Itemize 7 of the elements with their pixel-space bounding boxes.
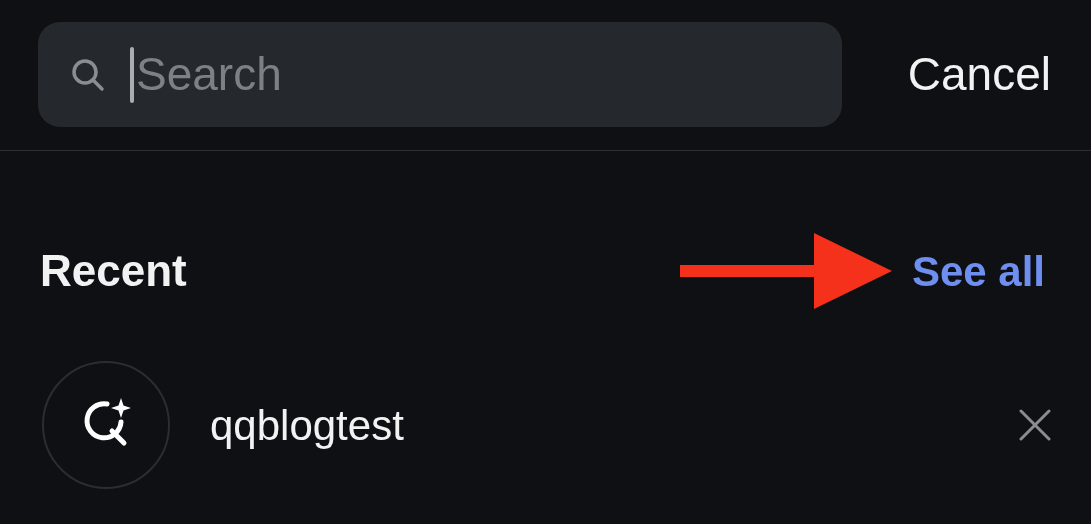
recent-search-text[interactable]: qqblogtest [210,393,1019,457]
close-icon[interactable] [1019,409,1051,441]
section-title: Recent [40,245,187,297]
cancel-button[interactable]: Cancel [907,22,1051,127]
see-all-link[interactable]: See all [911,239,1045,303]
search-input[interactable]: Search [136,40,776,109]
search-field[interactable]: Search [38,22,842,127]
